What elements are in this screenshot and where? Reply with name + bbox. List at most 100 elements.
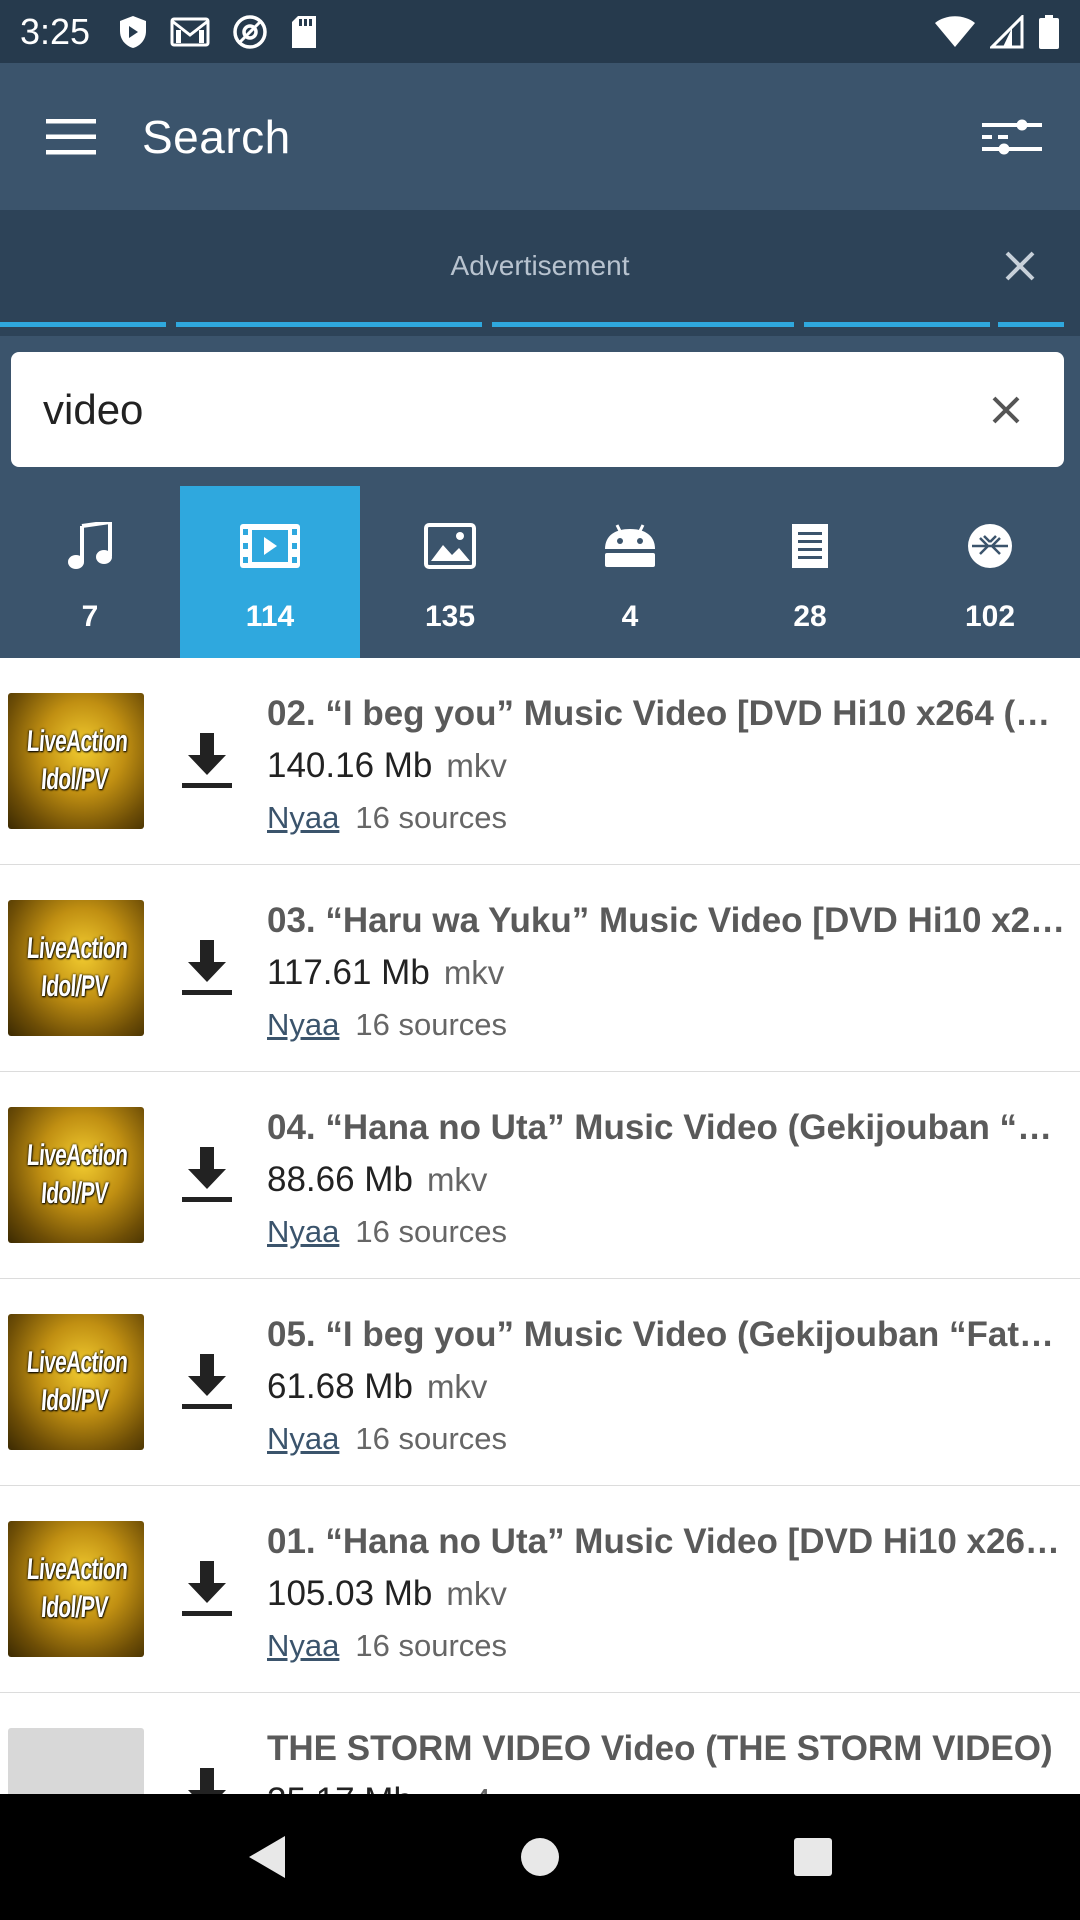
wifi-icon — [935, 15, 975, 47]
video-film-icon — [240, 524, 300, 568]
results-list: LiveAction Idol/PV 02. “I beg you” Music… — [0, 658, 1080, 1794]
result-sources-count: 16 sources — [355, 1214, 508, 1249]
tab-count: 7 — [81, 600, 99, 633]
search-box — [11, 352, 1064, 467]
thumbnail-text: LiveAction Idol/PV — [26, 725, 129, 796]
result-extension: mkv — [446, 747, 507, 784]
result-sources-count: 16 sources — [355, 1007, 508, 1042]
gmail-icon — [170, 17, 210, 46]
download-button[interactable] — [174, 1349, 240, 1415]
music-note-icon — [68, 522, 112, 569]
result-title: 03. “Haru wa Yuku” Music Video [DVD Hi10… — [267, 901, 1072, 940]
result-sources-count: 16 sources — [355, 1421, 508, 1456]
system-nav-bar — [0, 1794, 1080, 1920]
tab-torrents[interactable]: 102 — [900, 486, 1080, 658]
search-input[interactable] — [43, 385, 956, 434]
result-size: 61.68 Mb — [267, 1367, 413, 1406]
close-icon — [1005, 251, 1035, 281]
result-thumbnail[interactable] — [8, 1728, 144, 1794]
result-source-link[interactable]: Nyaa — [267, 1628, 339, 1663]
close-icon — [992, 396, 1020, 423]
recents-button[interactable] — [763, 1807, 863, 1907]
result-size: 35.17 Mb — [267, 1781, 413, 1794]
download-button[interactable] — [174, 1556, 240, 1622]
search-clear-button[interactable] — [956, 360, 1056, 460]
thumbnail-text: LiveAction Idol/PV — [26, 1553, 129, 1624]
result-extension: mkv — [426, 1368, 488, 1405]
back-button[interactable] — [217, 1807, 317, 1907]
home-button[interactable] — [490, 1807, 590, 1907]
tab-images[interactable]: 135 — [360, 486, 540, 658]
download-icon — [182, 1354, 232, 1409]
download-button[interactable] — [174, 1763, 240, 1794]
shield-icon — [120, 15, 147, 48]
document-icon — [792, 524, 828, 568]
list-item[interactable]: LiveAction Idol/PV 03. “Haru wa Yuku” Mu… — [0, 865, 1080, 1072]
result-title: 01. “Hana no Uta” Music Video [DVD Hi10 … — [267, 1522, 1072, 1561]
tab-video[interactable]: 114 — [180, 486, 360, 658]
ad-strip-segment — [804, 322, 990, 327]
result-extension: mkv — [446, 1575, 507, 1612]
result-source-link[interactable]: Nyaa — [267, 800, 339, 835]
ad-close-button[interactable] — [990, 236, 1050, 296]
sliders-filter-icon — [982, 119, 1042, 154]
recents-square-icon — [794, 1838, 833, 1876]
download-button[interactable] — [174, 1142, 240, 1208]
thumbnail-text: LiveAction Idol/PV — [26, 1346, 129, 1417]
result-source-link[interactable]: Nyaa — [267, 1007, 339, 1042]
result-source-link[interactable]: Nyaa — [267, 1214, 339, 1249]
tab-count: 102 — [964, 600, 1016, 633]
result-sources-count: 16 sources — [355, 1628, 508, 1663]
tab-count: 4 — [621, 600, 639, 633]
hamburger-menu-icon — [46, 118, 96, 154]
tab-audio[interactable]: 7 — [0, 486, 180, 658]
ad-strip-segment — [998, 322, 1064, 327]
download-button[interactable] — [174, 728, 240, 794]
result-source-link[interactable]: Nyaa — [267, 1421, 339, 1456]
status-time: 3:25 — [20, 10, 91, 52]
ad-strip-segment — [176, 322, 482, 327]
search-area — [0, 336, 1080, 486]
ad-label: Advertisement — [450, 250, 630, 281]
status-system-icons — [934, 14, 1060, 50]
result-thumbnail[interactable]: LiveAction Idol/PV — [8, 1107, 144, 1243]
ad-strip-segment — [492, 322, 794, 327]
home-circle-icon — [520, 1838, 559, 1876]
result-size: 140.16 Mb — [267, 746, 433, 785]
result-thumbnail[interactable]: LiveAction Idol/PV — [8, 1314, 144, 1450]
thumbnail-text: LiveAction Idol/PV — [26, 932, 129, 1003]
result-extension: mkv — [443, 954, 505, 991]
list-item[interactable]: LiveAction Idol/PV 04. “Hana no Uta” Mus… — [0, 1072, 1080, 1279]
download-icon — [182, 1147, 232, 1202]
tab-documents[interactable]: 28 — [720, 486, 900, 658]
back-triangle-icon — [248, 1836, 285, 1878]
ad-banner: Advertisement — [0, 210, 1080, 322]
download-icon — [182, 733, 232, 788]
menu-button[interactable] — [0, 63, 142, 210]
cell-signal-icon — [990, 14, 1024, 48]
result-thumbnail[interactable]: LiveAction Idol/PV — [8, 1521, 144, 1657]
result-title: 04. “Hana no Uta” Music Video (Gekijouba… — [267, 1108, 1072, 1147]
list-item[interactable]: LiveAction Idol/PV 01. “Hana no Uta” Mus… — [0, 1486, 1080, 1693]
result-title: 05. “I beg you” Music Video (Gekijouban … — [267, 1315, 1072, 1354]
android-icon — [605, 524, 655, 567]
result-thumbnail[interactable]: LiveAction Idol/PV — [8, 693, 144, 829]
tab-count: 114 — [245, 600, 295, 633]
filter-button[interactable] — [952, 63, 1072, 210]
result-sources-count: 16 sources — [355, 800, 508, 835]
image-icon — [424, 523, 476, 569]
status-bar: 3:25 — [0, 0, 1080, 63]
list-item[interactable]: LiveAction Idol/PV 05. “I beg you” Music… — [0, 1279, 1080, 1486]
sd-card-icon — [292, 15, 317, 48]
result-size: 88.66 Mb — [267, 1160, 413, 1199]
download-button[interactable] — [174, 935, 240, 1001]
download-icon — [188, 1768, 226, 1794]
tab-applications[interactable]: 4 — [540, 486, 720, 658]
list-item[interactable]: THE STORM VIDEO Video (THE STORM VIDEO) … — [0, 1693, 1080, 1794]
result-thumbnail[interactable]: LiveAction Idol/PV — [8, 900, 144, 1036]
thumbnail-text: LiveAction Idol/PV — [26, 1139, 129, 1210]
download-icon — [182, 940, 232, 995]
list-item[interactable]: LiveAction Idol/PV 02. “I beg you” Music… — [0, 658, 1080, 865]
ad-progress-strip — [0, 322, 1080, 336]
result-size: 105.03 Mb — [267, 1574, 433, 1613]
